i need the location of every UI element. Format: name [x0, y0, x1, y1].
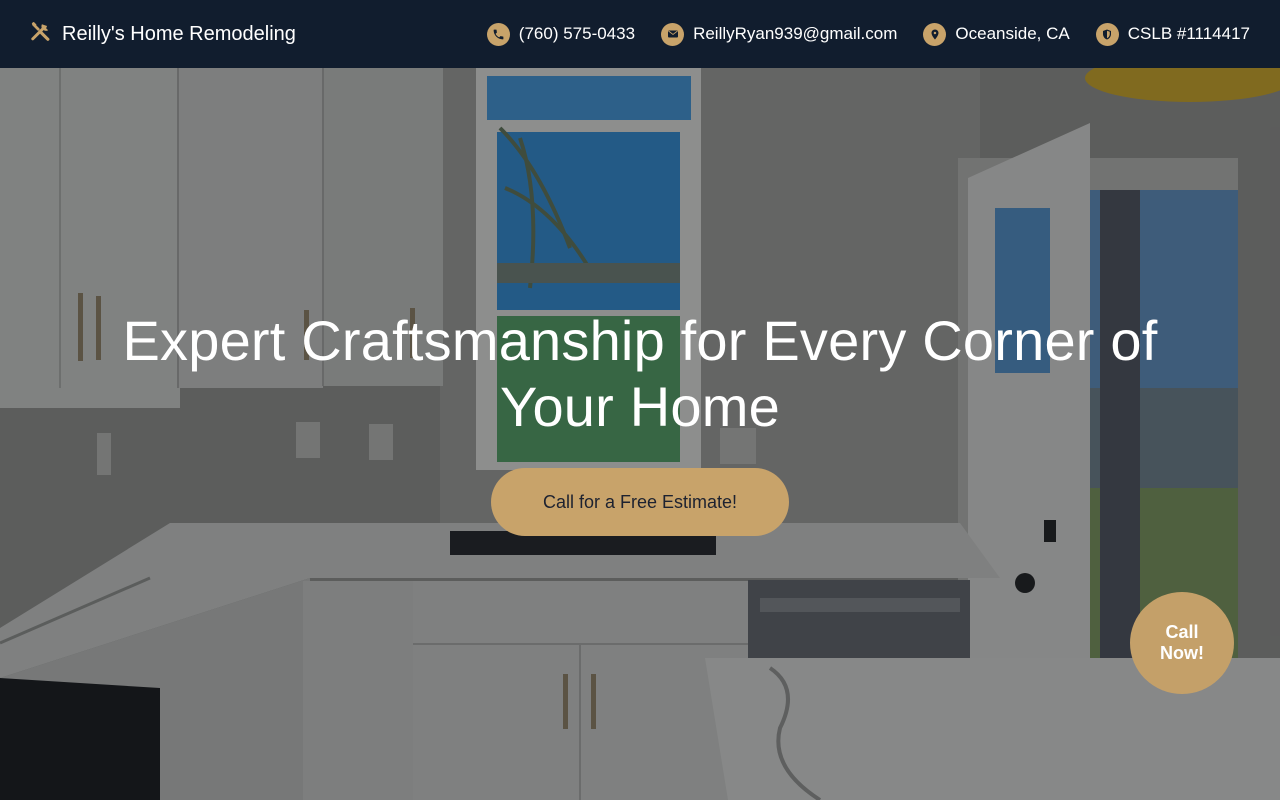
location-item: Oceanside, CA [923, 22, 1070, 46]
phone-number: (760) 575-0433 [518, 24, 636, 43]
brand[interactable]: Reilly's Home Remodeling [30, 21, 296, 48]
location-text: Oceanside, CA [955, 24, 1070, 43]
location-pin-icon [923, 22, 947, 46]
site-header: Reilly's Home Remodeling (760) 575-0433 … [0, 0, 1280, 68]
free-estimate-button[interactable]: Call for a Free Estimate! [491, 468, 789, 536]
phone-link[interactable]: (760) 575-0433 [486, 22, 636, 46]
call-now-button[interactable]: Call Now! [1130, 592, 1234, 694]
hero-section: Expert Craftsmanship for Every Corner of… [0, 68, 1280, 800]
license-item: CSLB #1114417 [1095, 22, 1250, 46]
email-address: ReillyRyan939@gmail.com [693, 24, 898, 43]
phone-icon [486, 22, 510, 46]
hero-title: Expert Craftsmanship for Every Corner of… [122, 309, 1158, 438]
shield-icon [1095, 22, 1119, 46]
email-link[interactable]: ReillyRyan939@gmail.com [661, 22, 898, 46]
tools-icon [30, 21, 52, 48]
license-number: CSLB #1114417 [1127, 24, 1250, 43]
mail-icon [661, 22, 685, 46]
contact-info: (760) 575-0433 ReillyRyan939@gmail.com O… [486, 22, 1250, 46]
brand-name: Reilly's Home Remodeling [62, 22, 296, 45]
